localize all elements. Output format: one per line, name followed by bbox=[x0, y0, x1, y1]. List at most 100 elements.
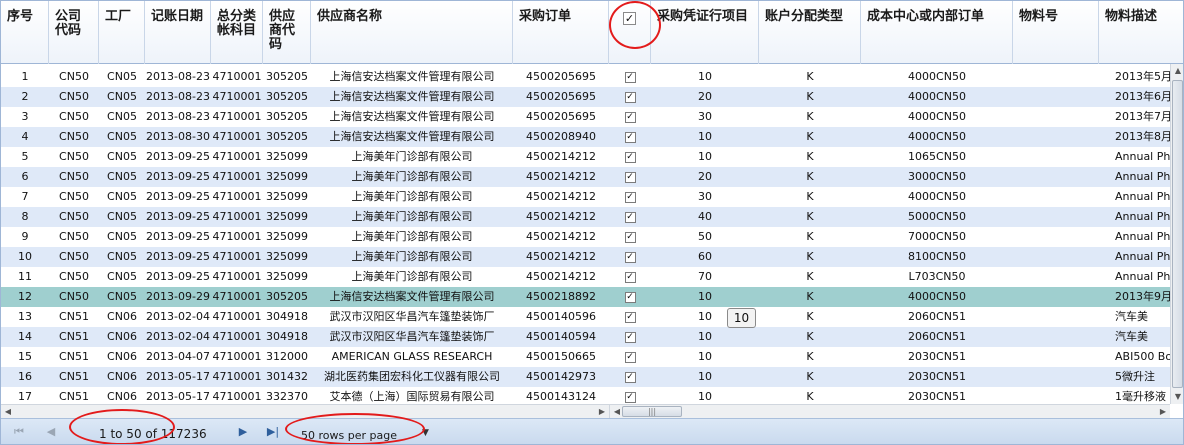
last-page-icon[interactable]: ▶| bbox=[265, 424, 281, 440]
first-page-icon[interactable]: ⏮ bbox=[11, 424, 27, 440]
cell-seq: 11 bbox=[18, 270, 32, 283]
cell-account-assignment: K bbox=[806, 370, 814, 383]
header-col-purchase-order[interactable]: 采购订单 bbox=[513, 1, 609, 64]
table-row[interactable]: 5 CN50 CN05 2013-09-25 4710001 325099 上海美年门诊部有… bbox=[1, 147, 1172, 167]
table-row[interactable]: 3 CN50 CN05 2013-08-23 4710001 305205 上海信安达档案文… bbox=[1, 107, 1172, 127]
header-col-seq[interactable]: 序号 bbox=[1, 1, 49, 64]
scroll-down-arrow-icon[interactable]: ▼ bbox=[1171, 390, 1183, 404]
cell-account-assignment: K bbox=[806, 310, 814, 323]
table-row[interactable]: 8 CN50 CN05 2013-09-25 4710001 325099 上海美年门诊部有… bbox=[1, 207, 1171, 227]
page-size-select[interactable]: 50 rows per page bbox=[301, 429, 397, 442]
row-checkbox[interactable]: ✓ bbox=[624, 131, 636, 143]
cell-material bbox=[1013, 287, 1099, 307]
cell-account-assignment: K bbox=[806, 330, 814, 343]
cell-cost-center: 2060CN51 bbox=[908, 310, 966, 323]
header-col-material[interactable]: 物料号 bbox=[1013, 1, 1099, 64]
header-col-posting-date[interactable]: 记账日期 bbox=[145, 1, 211, 64]
header-col-company-code[interactable]: 公司代码 bbox=[49, 1, 99, 64]
header-col-cost-center[interactable]: 成本中心或内部订单 bbox=[861, 1, 1013, 64]
cell-cost-center: 4000CN50 bbox=[908, 190, 966, 203]
select-all-checkbox[interactable]: ✓ bbox=[623, 12, 636, 25]
cell-vendor-code: 325099 bbox=[266, 170, 308, 183]
cell-vendor-name: 上海美年门诊部有限公司 bbox=[351, 230, 473, 243]
cell-posting-date: 2013-05-17 bbox=[146, 390, 210, 403]
row-checkbox[interactable]: ✓ bbox=[624, 371, 636, 383]
row-checkbox[interactable]: ✓ bbox=[624, 251, 636, 263]
row-checkbox[interactable]: ✓ bbox=[624, 91, 636, 103]
horizontal-scroll-thumb[interactable]: ||| bbox=[622, 406, 682, 417]
table-row[interactable]: 15 CN51 CN06 2013-04-07 4710001 312000 AMERICA… bbox=[1, 347, 1171, 367]
table-row[interactable]: 1 CN50 CN05 2013-08-23 4710001 305205 上海信安达档案文… bbox=[1, 67, 1172, 87]
table-row[interactable]: 13 CN51 CN06 2013-02-04 4710001 304918 武汉市汉阳区华… bbox=[1, 307, 1171, 327]
scroll-left-arrow-icon[interactable]: ◀ bbox=[1, 405, 15, 419]
cell-vendor-name: 上海美年门诊部有限公司 bbox=[351, 250, 473, 263]
cell-cost-center: 4000CN50 bbox=[908, 130, 966, 143]
cell-po-item: 10 bbox=[698, 370, 712, 383]
cell-vendor-name: 上海信安达档案文件管理有限公司 bbox=[329, 110, 495, 123]
header-col-vendor-code[interactable]: 供应商代码 bbox=[263, 1, 311, 64]
cell-account-assignment: K bbox=[806, 290, 814, 303]
vertical-scroll-thumb[interactable] bbox=[1172, 80, 1183, 388]
cell-seq: 17 bbox=[18, 390, 32, 403]
row-checkbox[interactable]: ✓ bbox=[624, 391, 636, 403]
row-checkbox[interactable]: ✓ bbox=[624, 351, 636, 363]
header-col-po-item[interactable]: 采购凭证行项目 bbox=[651, 1, 759, 64]
table-row[interactable]: 2 CN50 CN05 2013-08-23 4710001 305205 上海信安达档案文… bbox=[1, 87, 1171, 107]
header-col-plant[interactable]: 工厂 bbox=[99, 1, 145, 64]
table-row[interactable]: 11 CN50 CN05 2013-09-25 4710001 325099 上海美年门诊部… bbox=[1, 267, 1171, 287]
cell-material-desc: 5微升注 bbox=[1115, 370, 1155, 383]
horizontal-scrollbar-left[interactable]: ◀ ▶ bbox=[1, 404, 609, 418]
header-col-checkbox[interactable]: ✓ bbox=[609, 1, 651, 64]
table-row[interactable]: 6 CN50 CN05 2013-09-25 4710001 325099 上海美年门诊部有… bbox=[1, 167, 1171, 187]
cell-vendor-name: AMERICAN GLASS RESEARCH bbox=[331, 350, 493, 363]
cell-purchase-order: 4500142973 bbox=[526, 370, 596, 383]
cell-plant: CN05 bbox=[107, 190, 137, 203]
cell-material-desc: 1毫升移液 bbox=[1115, 390, 1166, 403]
chevron-down-icon[interactable]: ▼ bbox=[422, 428, 429, 438]
row-checkbox[interactable]: ✓ bbox=[624, 191, 636, 203]
header-col-account-assignment[interactable]: 账户分配类型 bbox=[759, 1, 861, 64]
vertical-scrollbar[interactable]: ▲ ▼ bbox=[1170, 64, 1183, 404]
horizontal-scrollbar-right[interactable]: ◀ ||| ▶ bbox=[609, 404, 1170, 418]
row-checkbox[interactable]: ✓ bbox=[624, 211, 636, 223]
table-row[interactable]: 14 CN51 CN06 2013-02-04 4710001 304918 武汉市汉阳区华… bbox=[1, 327, 1171, 347]
row-checkbox[interactable]: ✓ bbox=[624, 71, 636, 83]
cell-plant: CN06 bbox=[107, 350, 137, 363]
cell-gl-account: 4710001 bbox=[212, 190, 262, 203]
row-checkbox[interactable]: ✓ bbox=[624, 151, 636, 163]
cell-po-item: 10 bbox=[698, 330, 712, 343]
header-col-vendor-name[interactable]: 供应商名称 bbox=[311, 1, 513, 64]
cell-company-code: CN51 bbox=[59, 350, 89, 363]
row-checkbox[interactable]: ✓ bbox=[624, 271, 636, 283]
page-range-text: 1 to 50 of 117236 bbox=[99, 427, 207, 441]
scroll-right-arrow-icon[interactable]: ▶ bbox=[595, 405, 609, 419]
grid-header: 序号 公司代码 工厂 记账日期 总分类帐科目 供应商代码 供应商名称 采购订单 ✓ 采购凭证行项目… bbox=[1, 1, 1183, 64]
row-checkbox[interactable]: ✓ bbox=[624, 111, 636, 123]
table-row[interactable]: 7 CN50 CN05 2013-09-25 4710001 325099 上海美年门诊部有… bbox=[1, 187, 1172, 207]
table-row[interactable]: 16 CN51 CN06 2013-05-17 4710001 301432 湖北医药集团宏… bbox=[1, 367, 1171, 387]
table-row[interactable]: 12 CN50 CN05 2013-09-29 4710001 305205 上海信安达档案… bbox=[1, 287, 1171, 307]
cell-account-assignment: K bbox=[806, 250, 814, 263]
header-col-material-desc[interactable]: 物料描述 bbox=[1099, 1, 1183, 64]
cell-purchase-order: 4500214212 bbox=[526, 270, 596, 283]
cell-gl-account: 4710001 bbox=[212, 210, 262, 223]
cell-account-assignment: K bbox=[806, 390, 814, 403]
next-page-icon[interactable]: ▶ bbox=[235, 424, 251, 440]
cell-material bbox=[1013, 187, 1099, 207]
table-row[interactable]: 9 CN50 CN05 2013-09-25 4710001 325099 上海美年门诊部有… bbox=[1, 227, 1172, 247]
row-checkbox[interactable]: ✓ bbox=[624, 311, 636, 323]
prev-page-icon[interactable]: ◀ bbox=[43, 424, 59, 440]
header-col-gl-account[interactable]: 总分类帐科目 bbox=[211, 1, 263, 64]
row-checkbox[interactable]: ✓ bbox=[624, 231, 636, 243]
row-checkbox[interactable]: ✓ bbox=[624, 291, 636, 303]
cell-vendor-code: 332370 bbox=[266, 390, 308, 403]
table-row[interactable]: 4 CN50 CN05 2013-08-30 4710001 305205 上海信安达档案文… bbox=[1, 127, 1171, 147]
row-checkbox[interactable]: ✓ bbox=[624, 331, 636, 343]
table-row[interactable]: 10 CN50 CN05 2013-09-25 4710001 325099 上海美年门诊部… bbox=[1, 247, 1171, 267]
cell-posting-date: 2013-09-25 bbox=[146, 210, 210, 223]
row-checkbox[interactable]: ✓ bbox=[624, 171, 636, 183]
table-row[interactable]: 17 CN51 CN06 2013-05-17 4710001 332370 艾本德（上海）… bbox=[1, 387, 1171, 404]
cell-seq: 13 bbox=[18, 310, 32, 323]
scroll-up-arrow-icon[interactable]: ▲ bbox=[1171, 64, 1183, 78]
scroll-right-arrow-icon[interactable]: ▶ bbox=[1156, 405, 1170, 419]
